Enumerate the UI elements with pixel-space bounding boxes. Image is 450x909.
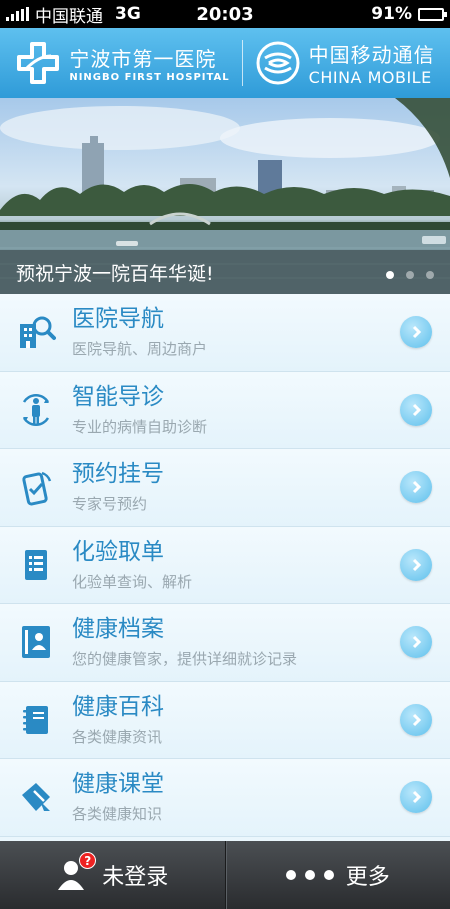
menu-item-hospital-navigation[interactable]: 医院导航 医院导航、周边商户 <box>0 294 450 372</box>
health-record-icon <box>0 622 72 662</box>
battery-percent: 91% <box>371 4 412 24</box>
menu-item-smart-triage[interactable]: 智能导诊 专业的病情自助诊断 <box>0 371 450 449</box>
body-guide-icon <box>0 390 72 430</box>
menu-item-health-classroom[interactable]: 健康课堂 各类健康知识 <box>0 759 450 837</box>
notebook-icon <box>0 700 72 740</box>
menu-item-subtitle: 专业的病情自助诊断 <box>72 417 208 436</box>
carousel-dot[interactable] <box>406 271 414 279</box>
more-dots-icon <box>285 870 334 880</box>
hospital-name: 宁波市第一医院 <box>69 47 217 71</box>
user-icon: ? <box>56 852 97 892</box>
menu-item-subtitle: 专家号预约 <box>72 495 148 514</box>
chevron-right-icon[interactable] <box>400 781 432 814</box>
carrier-name: 中国联通 <box>35 6 103 27</box>
carousel-dot[interactable] <box>386 271 394 279</box>
hospital-logo: 宁波市第一医院 NINGBO FIRST HOSPITAL <box>15 40 229 86</box>
menu-item-health-record[interactable]: 健康档案 您的健康管家，提供详细就诊记录 <box>0 604 450 682</box>
hospital-cross-icon <box>17 42 60 84</box>
login-tab[interactable]: ? 未登录 <box>0 841 225 909</box>
menu-item-subtitle: 各类健康知识 <box>72 805 163 824</box>
menu-item-health-encyclopedia[interactable]: 健康百科 各类健康资讯 <box>0 681 450 759</box>
menu-item-title: 健康百科 <box>72 693 164 720</box>
header-divider <box>241 40 243 86</box>
menu-item-title: 医院导航 <box>72 306 164 333</box>
more-label: 更多 <box>345 865 390 890</box>
menu-item-subtitle: 化验单查询、解析 <box>72 572 193 591</box>
menu-item-appointment[interactable]: 预约挂号 专家号预约 <box>0 449 450 527</box>
menu-item-title: 化验取单 <box>72 538 164 565</box>
status-bar: 中国联通 3G 20:03 91% <box>0 0 450 28</box>
lab-report-icon <box>0 545 72 585</box>
bottom-tab-bar: ? 未登录 更多 <box>0 841 450 909</box>
network-type: 3G <box>115 4 141 24</box>
chevron-right-icon[interactable] <box>400 471 432 504</box>
menu-item-subtitle: 医院导航、周边商户 <box>72 340 208 359</box>
banner-caption-text: 预祝宁波一院百年华诞! <box>16 262 214 285</box>
more-tab[interactable]: 更多 <box>224 841 450 909</box>
hospital-search-icon <box>0 312 72 352</box>
china-mobile-icon <box>256 41 300 85</box>
phone-appointment-icon <box>0 467 72 507</box>
menu-item-title: 预约挂号 <box>72 461 164 488</box>
chevron-right-icon[interactable] <box>400 626 432 659</box>
partner-name: 中国移动通信 <box>308 43 435 67</box>
carousel-dot[interactable] <box>426 271 434 279</box>
menu-item-lab-report[interactable]: 化验取单 化验单查询、解析 <box>0 526 450 604</box>
china-mobile-logo: 中国移动通信 CHINA MOBILE <box>255 39 435 87</box>
carousel-indicator <box>386 271 434 279</box>
battery-status: 91% <box>371 4 447 24</box>
partner-name-en: CHINA MOBILE <box>308 68 432 87</box>
hospital-name-en: NINGBO FIRST HOSPITAL <box>69 72 230 83</box>
signal-strength-icon <box>6 7 29 21</box>
feature-menu-list: 医院导航 医院导航、周边商户 智能导诊 专业的病情自助诊断 预约挂号 专家号预约… <box>0 294 450 837</box>
chevron-right-icon[interactable] <box>400 393 432 426</box>
menu-item-subtitle: 各类健康资讯 <box>72 727 163 746</box>
battery-icon <box>418 7 447 21</box>
menu-item-title: 健康档案 <box>72 616 164 643</box>
chevron-right-icon[interactable] <box>400 548 432 581</box>
banner-caption: 预祝宁波一院百年华诞! <box>0 250 450 294</box>
banner-carousel[interactable]: 预祝宁波一院百年华诞! <box>0 98 450 294</box>
login-label: 未登录 <box>102 865 169 890</box>
chevron-right-icon[interactable] <box>400 316 432 349</box>
notification-badge: ? <box>79 852 97 869</box>
menu-item-subtitle: 您的健康管家，提供详细就诊记录 <box>72 650 298 669</box>
menu-item-title: 智能导诊 <box>72 383 164 410</box>
chevron-right-icon[interactable] <box>400 703 432 736</box>
menu-item-title: 健康课堂 <box>72 771 164 798</box>
app-header: 宁波市第一医院 NINGBO FIRST HOSPITAL 中国移动通信 CHI… <box>0 28 450 98</box>
classroom-pen-icon <box>0 777 72 817</box>
